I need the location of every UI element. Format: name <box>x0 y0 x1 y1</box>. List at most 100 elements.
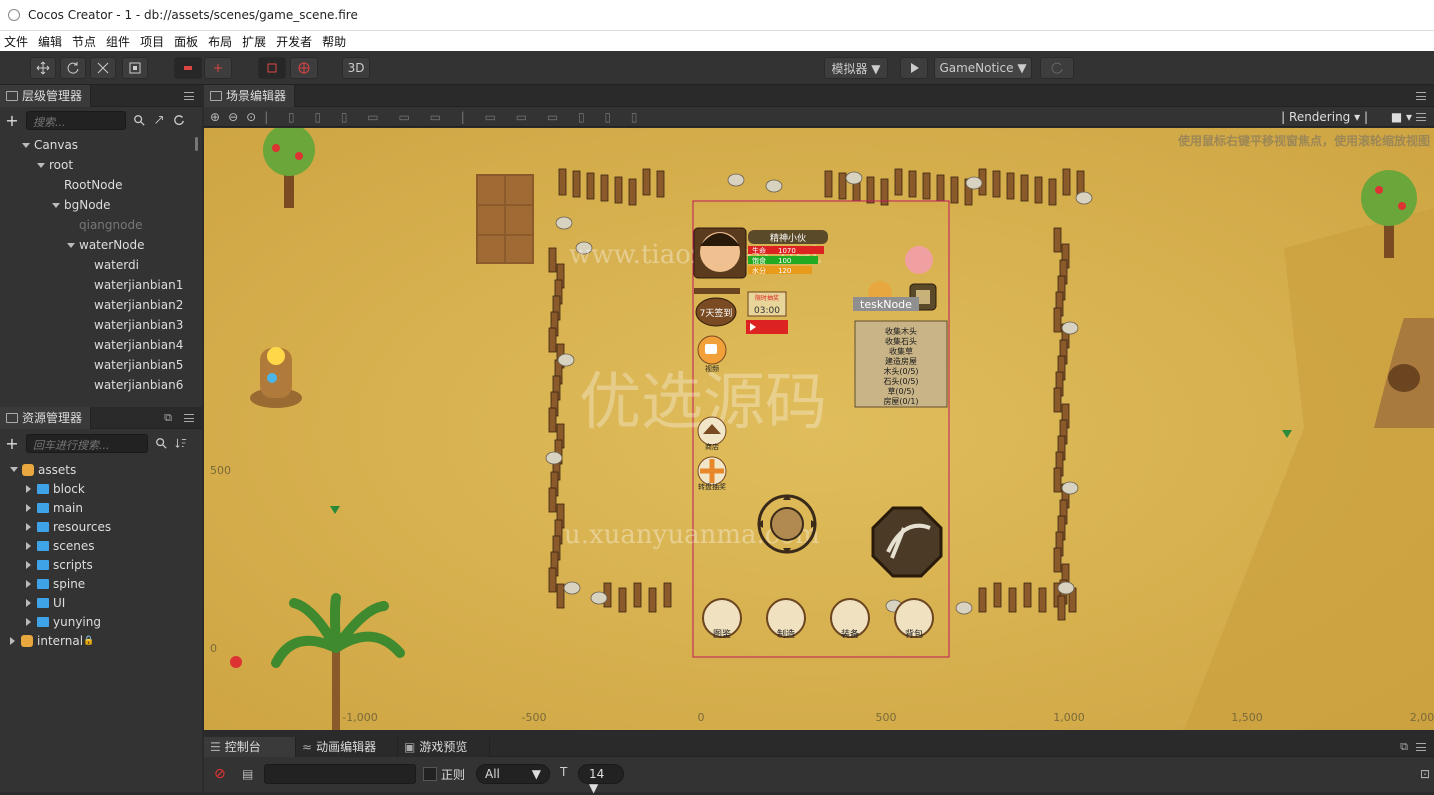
zoom-reset-icon[interactable]: ⊙ <box>246 110 256 124</box>
expand-arrow-icon[interactable] <box>26 598 31 607</box>
scene-select-dropdown[interactable]: GameNotice ▼ <box>934 57 1032 79</box>
expand-arrow-icon[interactable] <box>10 467 18 472</box>
camera-icon[interactable]: ■ ▾ <box>1391 110 1412 124</box>
pivot-toggle-icon[interactable] <box>174 57 202 79</box>
attack-button[interactable] <box>871 506 943 578</box>
hierarchy-node[interactable]: waterjianbian3 <box>0 315 202 335</box>
hierarchy-menu-icon[interactable] <box>184 92 194 100</box>
hierarchy-node[interactable]: waterjianbian4 <box>0 335 202 355</box>
assets-search-input[interactable]: 回车进行搜索... <box>26 433 148 453</box>
menu-item-3[interactable]: 组件 <box>102 33 134 50</box>
hierarchy-node[interactable]: qiangnode <box>0 215 202 235</box>
tab-hierarchy[interactable]: 层级管理器 <box>0 84 92 107</box>
zoom-out-icon[interactable]: ⊖ <box>228 110 238 124</box>
rect-tool-icon[interactable] <box>122 57 148 79</box>
expand-arrow-icon[interactable] <box>26 503 31 512</box>
refresh-icon[interactable] <box>1040 57 1074 79</box>
hierarchy-scrollbar[interactable] <box>195 137 198 151</box>
asset-folder[interactable]: scripts <box>0 555 202 574</box>
assets-search-icon[interactable] <box>154 436 168 450</box>
menu-item-5[interactable]: 面板 <box>170 33 202 50</box>
global-coord-icon[interactable] <box>290 57 318 79</box>
assets-menu-icon[interactable] <box>184 414 194 422</box>
search-icon[interactable] <box>132 113 146 127</box>
local-coord-icon[interactable] <box>258 57 286 79</box>
asset-folder[interactable]: UI <box>0 593 202 612</box>
zoom-in-icon[interactable]: ⊕ <box>210 110 220 124</box>
expand-arrow-icon[interactable] <box>10 636 15 645</box>
clear-console-icon[interactable]: ⊘ <box>214 766 226 782</box>
hierarchy-node[interactable]: waterjianbian6 <box>0 375 202 395</box>
hierarchy-node[interactable]: root <box>0 155 202 175</box>
toggle-3d-button[interactable]: 3D <box>342 57 370 79</box>
expand-arrow-icon[interactable] <box>22 142 30 148</box>
rendering-dropdown[interactable]: | Rendering ▾ | <box>1281 110 1368 124</box>
scene-toolbar-menu-icon[interactable] <box>1416 113 1426 121</box>
hierarchy-node[interactable]: waterjianbian5 <box>0 355 202 375</box>
hierarchy-node[interactable]: bgNode <box>0 195 202 215</box>
play-button[interactable] <box>900 57 928 79</box>
expand-arrow-icon[interactable] <box>67 242 75 248</box>
center-toggle-icon[interactable] <box>204 57 232 79</box>
console-filter-input[interactable] <box>264 764 416 784</box>
asset-folder[interactable]: spine <box>0 574 202 593</box>
expand-arrow-icon[interactable] <box>26 484 31 493</box>
menu-item-7[interactable]: 扩展 <box>238 33 270 50</box>
wheel-button[interactable]: 转盘抽奖 <box>697 456 727 491</box>
hierarchy-node[interactable]: Canvas <box>0 135 202 155</box>
move-tool-icon[interactable] <box>30 57 56 79</box>
collapse-console-icon[interactable]: ⊡ <box>1420 767 1430 781</box>
menu-item-4[interactable]: 项目 <box>136 33 168 50</box>
tab-scene-editor[interactable]: 场景编辑器 <box>204 84 296 107</box>
scene-menu-icon[interactable] <box>1416 92 1426 100</box>
expand-arrow-icon[interactable] <box>26 579 31 588</box>
asset-folder[interactable]: block <box>0 479 202 498</box>
expand-arrow-icon[interactable] <box>26 560 31 569</box>
align-tools-icon[interactable]: | ▯ ▯ ▯ ▭ ▭ ▭ | ▭ ▭ ▭ ▯ ▯ ▯ <box>264 110 645 124</box>
scene-viewport[interactable]: www.tiaozhuan.net 优选源码 u.xuanyuanma.com … <box>204 128 1434 730</box>
console-tab-2[interactable]: ▣ 游戏预览 <box>398 736 490 757</box>
hierarchy-node[interactable]: waterjianbian1 <box>0 275 202 295</box>
menu-item-2[interactable]: 节点 <box>68 33 100 50</box>
asset-folder[interactable]: resources <box>0 517 202 536</box>
regex-checkbox[interactable] <box>423 767 437 781</box>
expand-arrow-icon[interactable] <box>52 202 60 208</box>
refresh-hierarchy-icon[interactable] <box>172 113 186 127</box>
hierarchy-node[interactable]: RootNode <box>0 175 202 195</box>
menu-item-6[interactable]: 布局 <box>204 33 236 50</box>
expand-arrow-icon[interactable] <box>26 522 31 531</box>
open-log-icon[interactable]: ▤ <box>242 767 253 781</box>
hierarchy-node[interactable]: waterjianbian2 <box>0 295 202 315</box>
console-tab-1[interactable]: ≈ 动画编辑器 <box>296 736 398 757</box>
log-level-select[interactable]: All ▼ <box>476 764 550 784</box>
menu-item-8[interactable]: 开发者 <box>272 33 316 50</box>
sort-icon[interactable] <box>174 436 188 450</box>
simulator-dropdown[interactable]: 模拟器 ▼ <box>824 57 888 79</box>
asset-folder[interactable]: main <box>0 498 202 517</box>
menu-item-1[interactable]: 编辑 <box>34 33 66 50</box>
collapse-icon[interactable] <box>152 113 166 127</box>
scene-canvas[interactable]: www.tiaozhuan.net 优选源码 u.xuanyuanma.com … <box>204 128 1434 730</box>
asset-folder[interactable]: yunying <box>0 612 202 631</box>
menu-item-0[interactable]: 文件 <box>0 33 32 50</box>
console-popout-icon[interactable]: ⧉ <box>1400 740 1408 754</box>
popout-icon[interactable]: ⧉ <box>164 411 172 425</box>
add-node-icon[interactable]: + <box>4 111 20 130</box>
console-menu-icon[interactable] <box>1416 743 1426 751</box>
hierarchy-node[interactable]: waterNode <box>0 235 202 255</box>
expand-arrow-icon[interactable] <box>37 162 45 168</box>
hierarchy-node[interactable]: waterdi <box>0 255 202 275</box>
scale-tool-icon[interactable] <box>90 57 116 79</box>
player-hud[interactable]: 精神小伙 生命 1070 饱食 100 水分 120 <box>693 227 828 279</box>
asset-folder[interactable]: scenes <box>0 536 202 555</box>
expand-arrow-icon[interactable] <box>26 617 31 626</box>
expand-arrow-icon[interactable] <box>26 541 31 550</box>
asset-internal[interactable]: internal 🔒 <box>0 631 202 650</box>
menu-item-9[interactable]: 帮助 <box>318 33 350 50</box>
asset-root[interactable]: assets <box>0 460 202 479</box>
lottery-timer[interactable]: 限时抽奖 03:00 <box>746 291 788 334</box>
create-asset-icon[interactable]: + <box>4 434 20 453</box>
hierarchy-search-input[interactable]: 搜索... <box>26 110 126 130</box>
font-size-select[interactable]: 14 ▼ <box>578 764 624 795</box>
console-tab-0[interactable]: ☰ 控制台 <box>204 736 296 757</box>
